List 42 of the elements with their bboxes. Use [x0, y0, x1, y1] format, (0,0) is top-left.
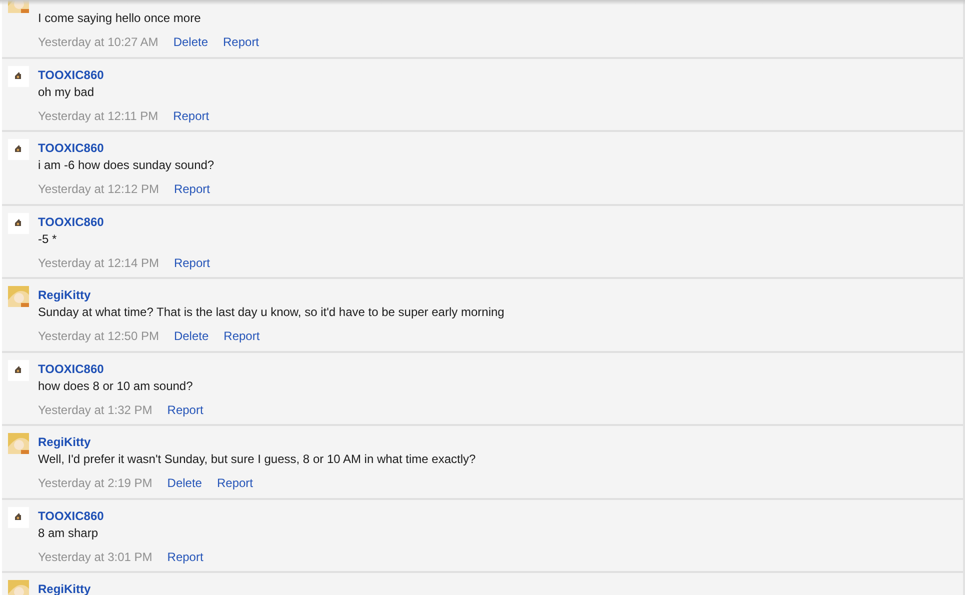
avatar-image — [8, 506, 29, 528]
avatar-image — [8, 360, 29, 380]
author-name[interactable]: RegiKitty — [38, 287, 504, 303]
avatar-image — [8, 433, 29, 454]
message-text: oh my bad — [38, 84, 96, 100]
message-timestamp: Yesterday at 2:19 PM — [38, 475, 152, 491]
avatar-image — [8, 580, 29, 595]
author-name[interactable]: RegiKitty — [38, 434, 476, 450]
message-text: Sunday at what time? That is the last day u know, so it'd have to be super early morning — [38, 304, 504, 320]
message-timestamp: Yesterday at 3:01 PM — [38, 548, 152, 564]
message-text: -5 * — [38, 230, 58, 246]
avatar-image — [8, 286, 29, 307]
author-name[interactable]: TOOXIC860 — [38, 360, 204, 376]
action-link[interactable]: Delete — [167, 475, 202, 491]
message-timestamp: Yesterday at 1:32 PM — [38, 402, 152, 418]
action-link[interactable]: Report — [216, 475, 254, 491]
message-text: Well, I'd prefer it wasn't Sunday, but sure I guess, 8 or 10 AM in what time exactly? — [38, 451, 476, 467]
message-timestamp: Yesterday at 12:12 PM — [38, 181, 159, 197]
message-text: i am -6 how does sunday sound? — [38, 157, 214, 173]
author-name[interactable]: TOOXIC860 — [38, 66, 210, 82]
message-timestamp: Yesterday at 12:11 PM — [38, 108, 158, 124]
action-link[interactable]: Report — [223, 34, 260, 50]
avatar-image — [8, 66, 29, 86]
author-name[interactable]: TOOXIC860 — [38, 214, 210, 230]
message-timestamp: Yesterday at 12:14 PM — [38, 254, 159, 270]
message-text: I come saying hello once more — [38, 10, 202, 26]
avatar-image — [8, 212, 29, 234]
action-link[interactable]: Report — [174, 254, 210, 270]
action-link[interactable]: Delete — [173, 34, 208, 50]
action-link[interactable]: Delete — [174, 328, 209, 344]
avatar-image — [8, 139, 29, 160]
action-link[interactable]: Report — [224, 328, 260, 344]
author-name[interactable]: TOOXIC860 — [38, 508, 204, 524]
action-link[interactable]: Report — [174, 181, 210, 197]
action-link[interactable]: Report — [167, 402, 204, 418]
message-timestamp: Yesterday at 12:50 PM — [38, 328, 159, 344]
message-timestamp: Yesterday at 10:27 AM — [38, 34, 158, 50]
message-text: 8 am sharp — [38, 524, 100, 540]
action-link[interactable]: Report — [173, 108, 210, 124]
action-link[interactable]: Report — [167, 548, 204, 564]
message-text: how does 8 or 10 am sound? — [38, 378, 194, 394]
author-name[interactable]: TOOXIC860 — [38, 140, 214, 156]
